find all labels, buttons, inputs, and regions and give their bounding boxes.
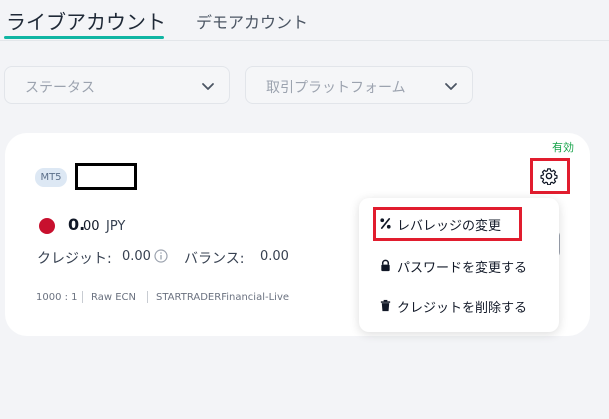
- account-type-text: Raw ECN: [91, 292, 136, 303]
- menu-item-label: クレジットを削除する: [397, 301, 528, 316]
- meta-divider: [147, 291, 148, 303]
- tab-live-account[interactable]: ライブアカウント: [6, 6, 166, 35]
- balance-decimal: 00: [83, 219, 100, 234]
- status-select[interactable]: ステータス: [4, 66, 230, 104]
- credit-value: 0.00: [122, 249, 151, 264]
- currency-label: JPY: [106, 219, 126, 234]
- balance-label: バランス:: [184, 251, 245, 267]
- japan-flag-icon: [39, 218, 55, 234]
- menu-item-change-password[interactable]: パスワードを変更する: [359, 248, 559, 284]
- credit-label: クレジット:: [37, 251, 112, 267]
- platform-badge: MT5: [35, 168, 67, 187]
- tab-demo-account[interactable]: デモアカウント: [196, 9, 308, 33]
- menu-item-label: パスワードを変更する: [397, 261, 528, 276]
- active-tab-underline: [4, 36, 164, 39]
- platform-select[interactable]: 取引プラットフォーム: [245, 66, 473, 104]
- status-badge: 有効: [552, 141, 574, 154]
- account-tabs: ライブアカウント デモアカウント: [0, 0, 609, 41]
- lock-icon: [381, 259, 390, 272]
- meta-divider: [82, 291, 83, 303]
- leverage-highlight-box: [373, 207, 522, 241]
- balance-value: 0.00: [260, 249, 289, 264]
- trash-icon: [380, 299, 391, 312]
- info-icon[interactable]: [154, 249, 168, 263]
- status-select-placeholder: ステータス: [25, 80, 95, 96]
- menu-item-delete-credit[interactable]: クレジットを削除する: [359, 288, 559, 324]
- redacted-account-number: [75, 163, 137, 190]
- gear-icon[interactable]: [540, 167, 558, 185]
- chevron-down-icon: [202, 83, 214, 90]
- server-text: STARTRADERFinancial-Live: [156, 292, 290, 303]
- chevron-down-icon: [445, 83, 457, 90]
- leverage-text: 1000 : 1: [36, 292, 78, 303]
- platform-select-placeholder: 取引プラットフォーム: [266, 80, 406, 96]
